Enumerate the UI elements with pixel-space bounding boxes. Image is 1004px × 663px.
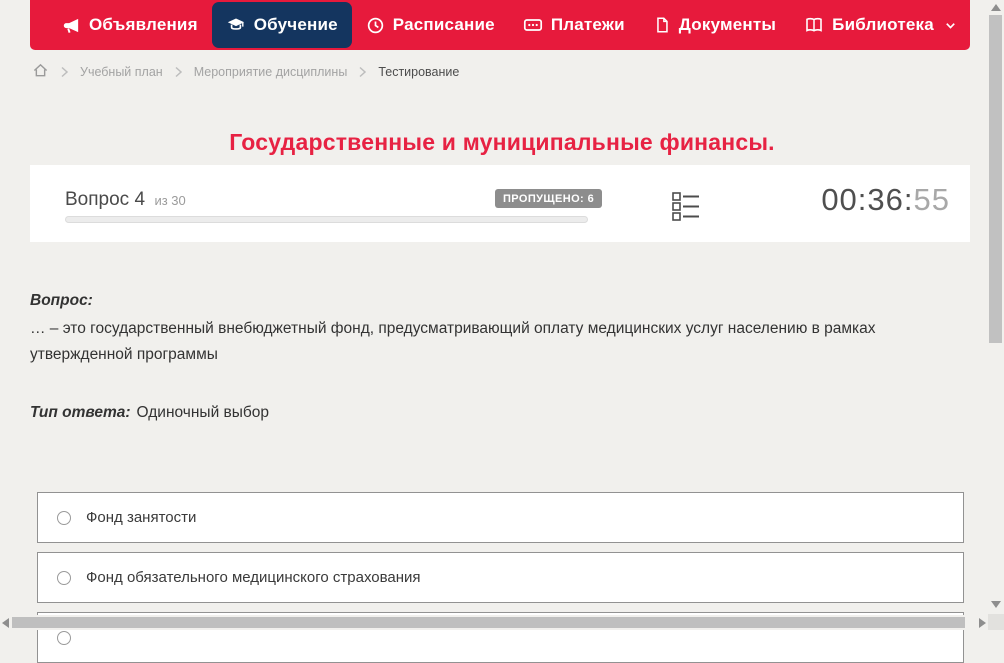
horizontal-scrollbar[interactable] — [0, 615, 988, 630]
answer-type: Тип ответа: Одиночный выбор — [30, 404, 269, 422]
breadcrumb-item-discipline-event[interactable]: Мероприятие дисциплины — [194, 65, 348, 79]
question-text: … – это государственный внебюджетный фон… — [30, 320, 876, 363]
breadcrumb-item-testing: Тестирование — [378, 65, 460, 79]
chevron-right-icon — [358, 66, 367, 78]
nav-item-payments[interactable]: Платежи — [509, 2, 639, 48]
graduation-cap-icon — [226, 15, 246, 35]
answer-option[interactable]: Фонд обязательного медицинского страхова… — [37, 552, 964, 603]
scrollbar-corner — [988, 614, 1004, 630]
nav-item-label: Платежи — [550, 15, 625, 34]
chevron-down-icon — [944, 19, 957, 32]
scroll-right-arrow-icon[interactable] — [979, 618, 986, 628]
timer-seconds: 55 — [913, 182, 950, 217]
question-total: из 30 — [154, 193, 186, 208]
nav-item-label: Объявления — [89, 15, 198, 34]
nav-item-label: Документы — [678, 15, 777, 34]
nav-item-label: Библиотека — [832, 15, 934, 34]
open-book-icon — [804, 15, 824, 35]
answer-option-label: Фонд обязательного медицинского страхова… — [86, 569, 421, 586]
answer-option[interactable]: Фонд занятости — [37, 492, 964, 543]
clock-icon — [366, 16, 385, 35]
answer-option-label: Фонд занятости — [86, 509, 197, 526]
chevron-right-icon — [174, 66, 183, 78]
vertical-scrollbar[interactable] — [986, 0, 1004, 614]
radio-button-icon[interactable] — [57, 510, 71, 525]
answer-type-label: Тип ответа: — [30, 404, 131, 421]
breadcrumb-item-study-plan[interactable]: Учебный план — [80, 65, 163, 79]
test-progress-bar — [65, 216, 588, 223]
nav-item-schedule[interactable]: Расписание — [352, 2, 509, 48]
page-title: Государственные и муниципальные финансы. — [229, 129, 775, 156]
question-header-card: Вопрос 4 из 30 ПРОПУЩЕНО: 6 00:36:55 — [30, 165, 970, 242]
top-navigation: Объявления Обучение Расписание Платежи Д — [30, 0, 970, 50]
scroll-up-arrow-icon[interactable] — [991, 4, 1001, 11]
nav-item-documents[interactable]: Документы — [639, 2, 790, 48]
skipped-badge: ПРОПУЩЕНО: 6 — [495, 189, 603, 208]
nav-item-label: Обучение — [253, 15, 338, 34]
vertical-scrollbar-thumb[interactable] — [989, 15, 1002, 343]
home-icon[interactable] — [32, 62, 49, 82]
nav-item-label: Расписание — [392, 15, 495, 34]
test-page: Объявления Обучение Расписание Платежи Д — [0, 0, 1004, 663]
chevron-right-icon — [60, 66, 69, 78]
radio-button-icon[interactable] — [57, 570, 71, 585]
scroll-left-arrow-icon[interactable] — [2, 618, 9, 628]
breadcrumb: Учебный план Мероприятие дисциплины Тест… — [32, 62, 459, 82]
nav-item-library[interactable]: Библиотека — [790, 2, 971, 48]
nav-item-education[interactable]: Обучение — [211, 2, 352, 48]
question-list-icon[interactable] — [672, 191, 700, 221]
nav-item-announcements[interactable]: Объявления — [48, 2, 212, 48]
question-label: Вопрос: — [30, 292, 93, 309]
radio-button-icon[interactable] — [57, 630, 71, 645]
banknote-icon — [523, 15, 543, 35]
horizontal-scrollbar-thumb[interactable] — [12, 617, 965, 628]
megaphone-icon — [62, 16, 81, 35]
document-icon — [653, 16, 671, 34]
question-number: Вопрос 4 — [65, 189, 146, 210]
question-counter: Вопрос 4 из 30 — [65, 189, 186, 211]
answer-type-value: Одиночный выбор — [136, 404, 270, 421]
timer: 00:36:55 — [821, 182, 950, 218]
scroll-down-arrow-icon[interactable] — [991, 601, 1001, 608]
timer-hours-minutes: 00:36: — [821, 182, 914, 217]
